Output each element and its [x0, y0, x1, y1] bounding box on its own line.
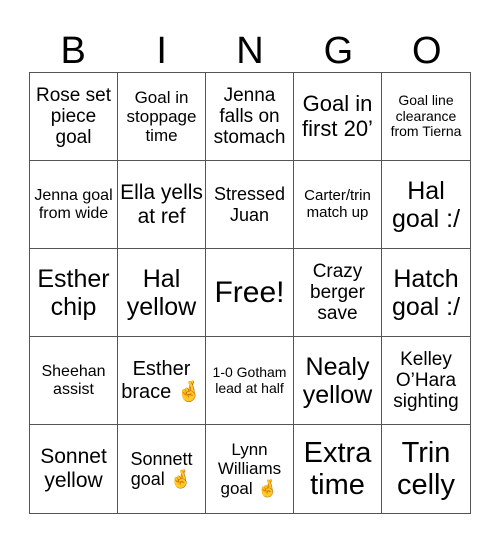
- bingo-cell[interactable]: Hal yellow: [118, 249, 206, 337]
- bingo-cell[interactable]: Rose set piece goal: [30, 73, 118, 161]
- bingo-cell[interactable]: Ella yells at ref: [118, 161, 206, 249]
- bingo-cell[interactable]: Lynn Williams goal 🤞: [206, 425, 294, 513]
- header-letter-o: O: [412, 30, 442, 72]
- bingo-cell[interactable]: Goal in stoppage time: [118, 73, 206, 161]
- bingo-cell[interactable]: Trin celly: [382, 425, 470, 513]
- bingo-cell[interactable]: Jenna goal from wide: [30, 161, 118, 249]
- bingo-cell[interactable]: Carter/trin match up: [294, 161, 382, 249]
- bingo-cell[interactable]: Crazy berger save: [294, 249, 382, 337]
- bingo-cell[interactable]: Esther brace 🤞: [118, 337, 206, 425]
- bingo-cell[interactable]: Hatch goal :/: [382, 249, 470, 337]
- header-letter-n: N: [236, 30, 264, 72]
- header-letter-i: I: [156, 30, 167, 72]
- bingo-cell[interactable]: Kelley O’Hara sighting: [382, 337, 470, 425]
- bingo-header: B I N G O: [29, 30, 471, 72]
- bingo-cell[interactable]: Hal goal :/: [382, 161, 470, 249]
- bingo-cell[interactable]: Stressed Juan: [206, 161, 294, 249]
- bingo-cell[interactable]: Jenna falls on stomach: [206, 73, 294, 161]
- bingo-cell[interactable]: Sonnet yellow: [30, 425, 118, 513]
- bingo-board: Rose set piece goal Goal in stoppage tim…: [29, 72, 471, 514]
- bingo-cell[interactable]: Sheehan assist: [30, 337, 118, 425]
- header-letter-g: G: [323, 30, 354, 72]
- bingo-cell[interactable]: Esther chip: [30, 249, 118, 337]
- bingo-cell[interactable]: 1-0 Gotham lead at half: [206, 337, 294, 425]
- free-space-cell[interactable]: Free!: [206, 249, 294, 337]
- bingo-cell[interactable]: Goal in first 20’: [294, 73, 382, 161]
- bingo-cell[interactable]: Sonnett goal 🤞: [118, 425, 206, 513]
- bingo-cell[interactable]: Extra time: [294, 425, 382, 513]
- header-letter-b: B: [60, 30, 86, 72]
- bingo-cell[interactable]: Goal line clearance from Tierna: [382, 73, 470, 161]
- bingo-cell[interactable]: Nealy yellow: [294, 337, 382, 425]
